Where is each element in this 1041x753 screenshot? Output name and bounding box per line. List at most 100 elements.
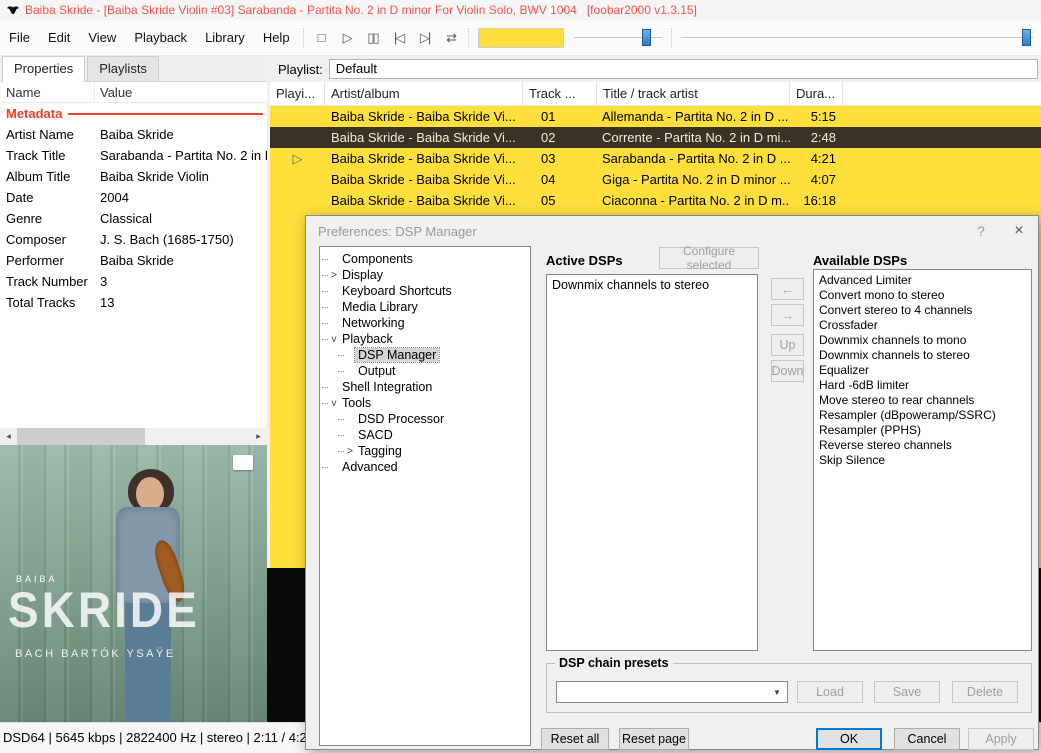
- right-arrow-icon: →: [781, 307, 795, 323]
- play-button[interactable]: ▷: [335, 26, 359, 50]
- preset-combobox[interactable]: ▼: [556, 681, 788, 703]
- property-row[interactable]: Track Title Sarabanda - Partita No. 2 in…: [0, 145, 267, 166]
- tab-properties[interactable]: Properties: [2, 56, 85, 82]
- property-row[interactable]: Composer J. S. Bach (1685-1750): [0, 229, 267, 250]
- reset-all-button[interactable]: Reset all: [541, 728, 609, 750]
- tree-item-keyboard-shortcuts[interactable]: Keyboard Shortcuts: [320, 283, 530, 299]
- dialog-help-button[interactable]: ?: [966, 216, 996, 246]
- property-row[interactable]: Artist Name Baiba Skride: [0, 124, 267, 145]
- active-dsps-list[interactable]: Downmix channels to stereo: [546, 274, 758, 651]
- available-dsps-list[interactable]: Advanced LimiterConvert mono to stereoCo…: [813, 269, 1032, 651]
- cancel-button[interactable]: Cancel: [894, 728, 960, 750]
- stop-button[interactable]: □: [309, 26, 333, 50]
- property-row[interactable]: Total Tracks 13: [0, 292, 267, 313]
- apply-button: Apply: [968, 728, 1034, 750]
- col-title-track-artist[interactable]: Title / track artist: [597, 82, 790, 105]
- available-dsp-item[interactable]: Convert mono to stereo: [814, 288, 1031, 303]
- available-dsp-item[interactable]: Downmix channels to stereo: [814, 348, 1031, 363]
- menu-file[interactable]: File: [0, 21, 39, 55]
- playlist-row[interactable]: Baiba Skride - Baiba Skride Vi... 04 Gig…: [270, 169, 1041, 190]
- tree-item-label: Keyboard Shortcuts: [339, 284, 455, 298]
- tree-item-dsp-manager[interactable]: DSP Manager: [320, 347, 530, 363]
- tree-item-playback[interactable]: v Playback: [320, 331, 530, 347]
- available-dsp-item[interactable]: Reverse stereo channels: [814, 438, 1031, 453]
- tree-item-display[interactable]: > Display: [320, 267, 530, 283]
- property-row[interactable]: Performer Baiba Skride: [0, 250, 267, 271]
- menu-edit[interactable]: Edit: [39, 21, 79, 55]
- property-row[interactable]: Genre Classical: [0, 208, 267, 229]
- col-playing[interactable]: Playi...: [270, 82, 325, 105]
- tree-item-components[interactable]: Components: [320, 251, 530, 267]
- seekbar-thumb[interactable]: [642, 29, 651, 46]
- col-artist-album[interactable]: Artist/album: [325, 82, 523, 105]
- column-header-name[interactable]: Name: [0, 82, 95, 102]
- available-dsp-item[interactable]: Downmix channels to mono: [814, 333, 1031, 348]
- property-value: 3: [95, 274, 267, 289]
- available-dsp-item[interactable]: Resampler (dBpoweramp/SSRC): [814, 408, 1031, 423]
- active-dsp-item[interactable]: Downmix channels to stereo: [547, 277, 757, 293]
- next-icon: ▷|: [420, 30, 429, 46]
- available-dsp-item[interactable]: Equalizer: [814, 363, 1031, 378]
- tree-item-label: DSD Processor: [355, 412, 447, 426]
- titlebar[interactable]: Baiba Skride - [Baiba Skride Violin #03]…: [0, 0, 1041, 20]
- scrollbar-thumb[interactable]: [17, 428, 145, 445]
- column-header-value[interactable]: Value: [95, 82, 267, 102]
- reset-page-button[interactable]: Reset page: [619, 728, 689, 750]
- tree-item-media-library[interactable]: Media Library: [320, 299, 530, 315]
- ok-button[interactable]: OK: [816, 728, 882, 750]
- available-dsp-item[interactable]: Crossfader: [814, 318, 1031, 333]
- available-dsp-item[interactable]: Move stereo to rear channels: [814, 393, 1031, 408]
- properties-hscrollbar[interactable]: ◂ ▸: [0, 428, 267, 445]
- volume-thumb[interactable]: [1022, 29, 1031, 46]
- playlist-combobox[interactable]: Default: [329, 59, 1038, 79]
- menu-playback[interactable]: Playback: [125, 21, 196, 55]
- visualization-panel[interactable]: [478, 28, 564, 48]
- tree-item-networking[interactable]: Networking: [320, 315, 530, 331]
- col-track[interactable]: Track ...: [523, 82, 597, 105]
- combo-dropdown-icon[interactable]: ▼: [768, 683, 786, 701]
- tree-item-label: Tools: [339, 396, 374, 410]
- property-row[interactable]: Date 2004: [0, 187, 267, 208]
- tree-item-tagging[interactable]: > Tagging: [320, 443, 530, 459]
- dialog-close-button[interactable]: ×: [1004, 216, 1034, 246]
- playlist-row[interactable]: Baiba Skride - Baiba Skride Vi... 05 Cia…: [270, 190, 1041, 211]
- playlist-row[interactable]: Baiba Skride - Baiba Skride Vi... 02 Cor…: [270, 127, 1041, 148]
- volume-slider[interactable]: [681, 26, 1033, 50]
- pause-button[interactable]: ▯▯: [361, 26, 385, 50]
- property-row[interactable]: Album Title Baiba Skride Violin: [0, 166, 267, 187]
- scroll-right-icon[interactable]: ▸: [250, 428, 267, 445]
- tree-item-shell-integration[interactable]: Shell Integration: [320, 379, 530, 395]
- next-button[interactable]: ▷|: [413, 26, 437, 50]
- tree-item-dsd-processor[interactable]: DSD Processor: [320, 411, 530, 427]
- tab-playlists[interactable]: Playlists: [87, 56, 159, 81]
- dialog-titlebar[interactable]: Preferences: DSP Manager ? ×: [306, 216, 1038, 246]
- tree-item-tools[interactable]: v Tools: [320, 395, 530, 411]
- menu-library[interactable]: Library: [196, 21, 254, 55]
- left-arrow-icon: ←: [781, 281, 795, 297]
- seekbar[interactable]: [574, 26, 662, 50]
- col-duration[interactable]: Dura...: [790, 82, 843, 105]
- tree-item-advanced[interactable]: Advanced: [320, 459, 530, 475]
- cell-artist-album: Baiba Skride - Baiba Skride Vi...: [325, 193, 523, 208]
- tree-item-sacd[interactable]: SACD: [320, 427, 530, 443]
- playlist-row[interactable]: Baiba Skride - Baiba Skride Vi... 01 All…: [270, 106, 1041, 127]
- menu-help[interactable]: Help: [254, 21, 299, 55]
- scroll-left-icon[interactable]: ◂: [0, 428, 17, 445]
- available-dsp-item[interactable]: Convert stereo to 4 channels: [814, 303, 1031, 318]
- menu-view[interactable]: View: [79, 21, 125, 55]
- random-icon: ⇄: [446, 30, 455, 46]
- property-row[interactable]: Track Number 3: [0, 271, 267, 292]
- playlist-row[interactable]: ▷ Baiba Skride - Baiba Skride Vi... 03 S…: [270, 148, 1041, 169]
- playlist-column-headers: Playi...Artist/albumTrack ...Title / tra…: [270, 82, 1041, 106]
- tree-item-output[interactable]: Output: [320, 363, 530, 379]
- previous-button[interactable]: |◁: [387, 26, 411, 50]
- tree-expand-icon: >: [329, 270, 339, 281]
- person-face: [136, 477, 164, 511]
- move-right-button: →: [771, 304, 804, 326]
- left-panel-tabs: PropertiesPlaylists: [0, 56, 267, 82]
- available-dsp-item[interactable]: Skip Silence: [814, 453, 1031, 468]
- available-dsp-item[interactable]: Advanced Limiter: [814, 273, 1031, 288]
- random-button[interactable]: ⇄: [439, 26, 463, 50]
- available-dsp-item[interactable]: Resampler (PPHS): [814, 423, 1031, 438]
- available-dsp-item[interactable]: Hard -6dB limiter: [814, 378, 1031, 393]
